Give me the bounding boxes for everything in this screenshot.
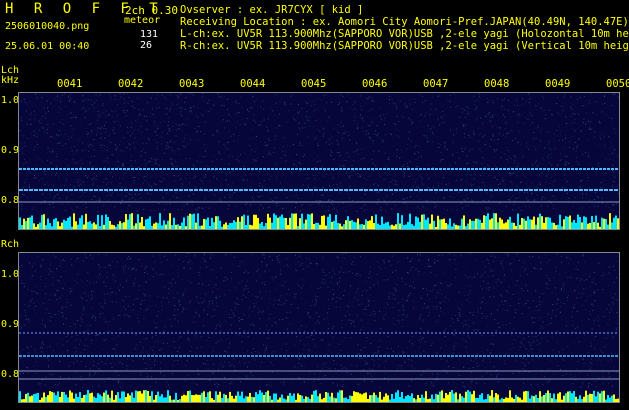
meteor-label: meteor	[124, 15, 161, 26]
time-label: 0042	[118, 78, 144, 90]
time-label: 0043	[179, 78, 205, 90]
lch-spectrogram-canvas	[19, 93, 619, 229]
time-label: 0047	[423, 78, 449, 90]
lch-tick-1-0: 1.0	[1, 95, 20, 106]
rch-meteor-count: 26	[140, 40, 153, 51]
rch-tick-1-0: 1.0	[1, 269, 20, 280]
rch-spectrogram-canvas	[19, 253, 619, 402]
rch-info: R-ch:ex. UV5R 113.900Mhz(SAPPORO VOR)USB…	[180, 40, 629, 52]
khz-unit: kHz	[1, 75, 20, 86]
time-label: 0041	[57, 78, 83, 90]
lch-tick-0-8: 0.8	[1, 195, 20, 206]
rch-tick-0-8: 0.8	[1, 369, 20, 380]
lch-spectrogram	[18, 92, 620, 230]
time-label: 0049	[545, 78, 571, 90]
location-info: Receiving Location : ex. Aomori City Aom…	[180, 16, 629, 28]
time-label: 0045	[301, 78, 327, 90]
lch-info: L-ch:ex. UV5R 113.900Mhz(SAPPORO VOR)USB…	[180, 28, 629, 40]
lch-tick-0-9: 0.9	[1, 145, 20, 156]
rch-tick-0-9: 0.9	[1, 319, 20, 330]
time-label: 0048	[484, 78, 510, 90]
time-label: 0050	[606, 78, 629, 90]
datetime: 25.06.01 00:40	[5, 41, 90, 52]
file-name: 2506010040.png	[5, 21, 90, 32]
time-label: 0044	[240, 78, 266, 90]
rch-spectrogram	[18, 252, 620, 403]
lch-meteor-count: 131	[140, 29, 159, 40]
observer-info: Ovserver : ex. JR7CYX [ kid ]	[180, 4, 364, 16]
time-label: 0046	[362, 78, 388, 90]
rch-label: Rch	[1, 239, 20, 250]
hrofft-window: { "app": { "title": "H R O F F T", "vers…	[0, 0, 629, 410]
